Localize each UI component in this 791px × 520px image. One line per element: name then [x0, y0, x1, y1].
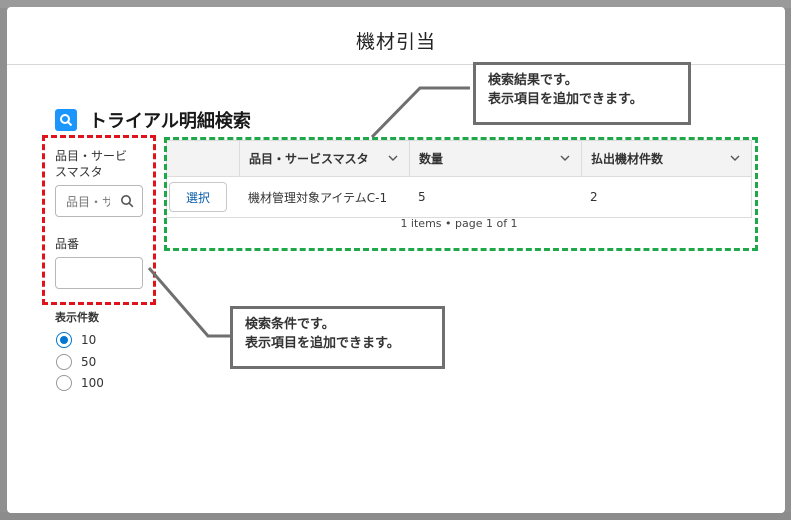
conditions-callout: 検索条件です。 表示項目を追加できます。 [230, 306, 445, 369]
callout-text: 表示項目を追加できます。 [245, 336, 400, 351]
results-callout: 検索結果です。 表示項目を追加できます。 [473, 62, 691, 125]
callout-text: 検索条件です。 [245, 317, 335, 332]
callout-text: 検索結果です。 [488, 73, 578, 88]
callout-text: 表示項目を追加できます。 [488, 92, 643, 107]
